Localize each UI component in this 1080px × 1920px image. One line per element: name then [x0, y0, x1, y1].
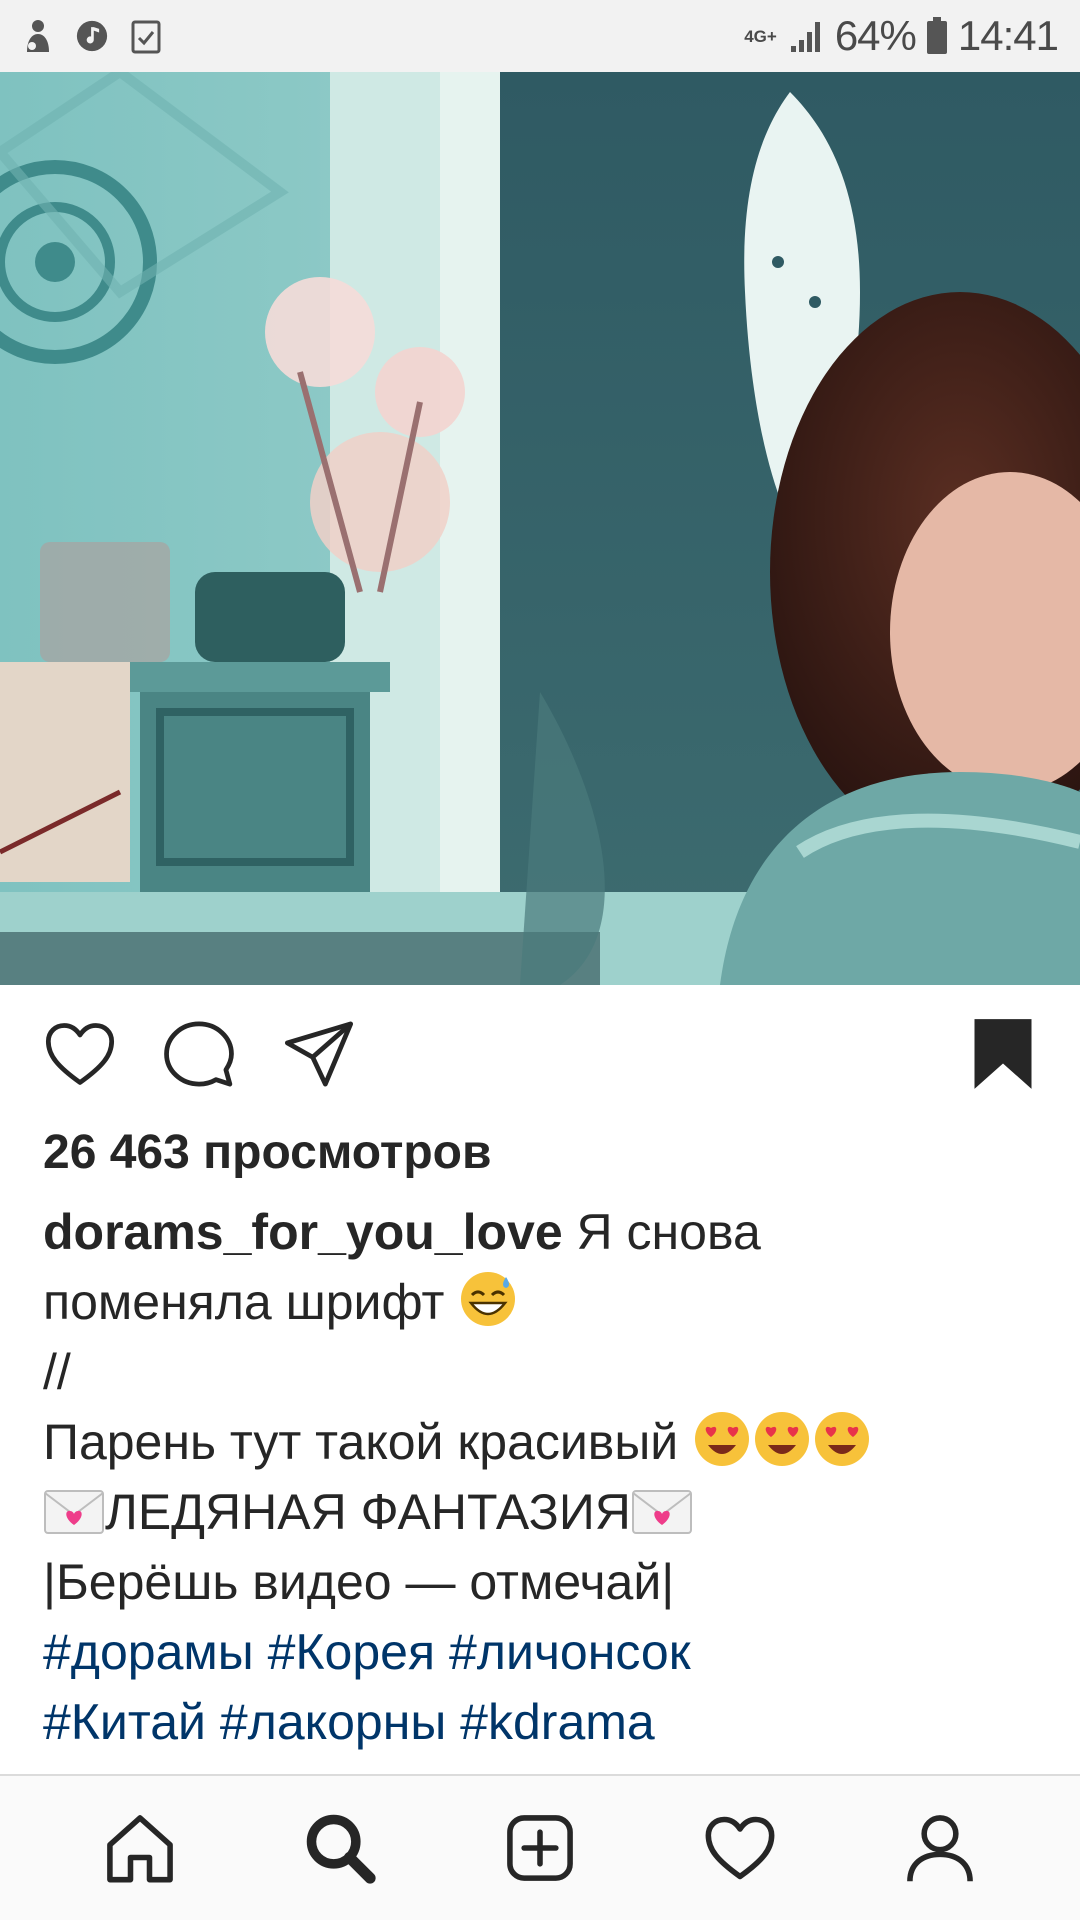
status-bar: 4G+ 64% 14:41	[0, 0, 1080, 72]
video-frame	[0, 72, 1080, 985]
battery-icon	[926, 17, 947, 54]
grinning-sweat-emoji-icon	[458, 1269, 518, 1329]
music-note-icon	[76, 20, 108, 52]
nav-activity[interactable]	[690, 1798, 790, 1898]
share-button[interactable]	[277, 1012, 361, 1096]
caption-line-1: dorams_for_you_love Я снова	[43, 1197, 1043, 1267]
hashtag-link[interactable]: #личонсок	[449, 1624, 691, 1680]
love-letter-icon	[631, 1487, 693, 1537]
profile-icon	[907, 1815, 973, 1882]
post-screen: 4G+ 64% 14:41 26 463 просмотров dorams_f…	[0, 0, 1080, 1920]
bottom-navigation	[0, 1774, 1080, 1920]
username-link[interactable]: dorams_for_you_love	[43, 1204, 563, 1260]
views-count: 26 463 просмотров	[43, 1126, 492, 1179]
battery-percentage: 64%	[834, 12, 917, 59]
caption-line-5: ЛЕДЯНАЯ ФАНТАЗИЯ	[43, 1477, 1043, 1547]
post-caption: dorams_for_you_love Я снова поменяла шри…	[43, 1197, 1043, 1757]
hashtag-link[interactable]: #лакорны	[220, 1694, 446, 1750]
nav-profile[interactable]	[890, 1798, 990, 1898]
search-icon	[306, 1814, 376, 1884]
clipboard-check-icon	[131, 20, 161, 54]
caption-text-4: Парень тут такой красивый	[43, 1414, 679, 1470]
love-letter-icon	[43, 1487, 105, 1537]
post-video[interactable]	[0, 72, 1080, 985]
caption-line-3: //	[43, 1344, 71, 1400]
caption-text-2: поменяла шрифт	[43, 1274, 445, 1330]
clock: 14:41	[957, 12, 1059, 59]
network-type-label: 4G+	[744, 26, 777, 46]
status-left-icons	[22, 18, 162, 54]
add-post-icon	[507, 1815, 573, 1881]
comment-icon	[164, 1021, 234, 1087]
caption-line-6: |Берёшь видео — отмечай|	[43, 1554, 675, 1610]
hashtags-line-2: #Китай #лакорны #kdrama	[43, 1687, 1043, 1757]
hashtag-link[interactable]: #Китай	[43, 1694, 206, 1750]
nav-search[interactable]	[290, 1798, 390, 1898]
share-icon	[284, 1021, 354, 1087]
bookmark-icon	[974, 1019, 1032, 1089]
activity-heart-icon	[705, 1816, 775, 1880]
heart-eyes-emoji-icon	[752, 1409, 812, 1469]
status-right: 4G+ 64% 14:41	[744, 12, 1059, 60]
signal-icon	[790, 22, 820, 52]
like-button[interactable]	[38, 1012, 122, 1096]
heart-eyes-emoji-icon	[692, 1409, 752, 1469]
caption-line-2: поменяла шрифт	[43, 1267, 1043, 1337]
caption-text-start: Я снова	[576, 1204, 761, 1260]
post-actions	[0, 1012, 1080, 1096]
hashtag-link[interactable]: #kdrama	[460, 1694, 655, 1750]
heart-icon	[45, 1023, 115, 1085]
comment-button[interactable]	[157, 1012, 241, 1096]
nav-add-post[interactable]	[490, 1798, 590, 1898]
save-button[interactable]	[961, 1012, 1045, 1096]
hashtag-link[interactable]: #дорамы	[43, 1624, 254, 1680]
nav-home[interactable]	[90, 1798, 190, 1898]
caption-title: ЛЕДЯНАЯ ФАНТАЗИЯ	[105, 1484, 631, 1540]
hashtags-line-1: #дорамы #Корея #личонсок	[43, 1617, 1043, 1687]
caption-line-4: Парень тут такой красивый	[43, 1407, 1043, 1477]
home-icon	[107, 1815, 173, 1883]
heart-eyes-emoji-icon	[812, 1409, 872, 1469]
hashtag-link[interactable]: #Корея	[268, 1624, 435, 1680]
app-notification-icon	[27, 20, 49, 52]
